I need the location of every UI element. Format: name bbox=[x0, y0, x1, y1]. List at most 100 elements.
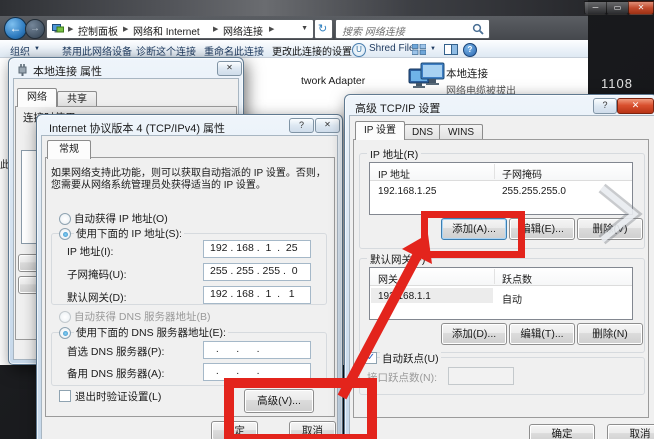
breadcrumb-separator-icon: ▶ bbox=[123, 26, 129, 33]
dialog-close-button[interactable]: ✕ bbox=[315, 118, 340, 133]
toolbar-change-settings[interactable]: 更改此连接的设置 bbox=[272, 43, 352, 58]
back-button[interactable]: ← bbox=[4, 17, 27, 40]
radio-use-ip[interactable] bbox=[59, 228, 71, 240]
breadcrumb-separator-icon: ▶ bbox=[213, 26, 219, 33]
gateway-edit-button[interactable]: 编辑(T)... bbox=[509, 323, 575, 345]
breadcrumb-item-network-internet[interactable]: 网络和 Internet bbox=[133, 23, 200, 38]
organize-dropdown-icon: ▼ bbox=[34, 46, 40, 52]
subnet-mask-label: 子网掩码(U): bbox=[67, 269, 127, 281]
radio-use-dns[interactable] bbox=[59, 327, 71, 339]
default-gateway-label: 默认网关(D): bbox=[67, 292, 127, 304]
shred-file-icon: U bbox=[352, 43, 366, 57]
description-line2: 您需要从网络系统管理员处获得适当的 IP 设置。 bbox=[51, 180, 266, 191]
radio-auto-ip[interactable] bbox=[59, 213, 71, 225]
column-header-metric[interactable]: 跃点数 bbox=[502, 271, 532, 286]
toolbar-rename[interactable]: 重命名此连接 bbox=[204, 43, 264, 58]
tab-wins[interactable]: WINS bbox=[439, 124, 483, 140]
refresh-icon: ↻ bbox=[318, 23, 328, 35]
forward-icon: → bbox=[30, 23, 40, 34]
help-icon: ? bbox=[602, 100, 608, 110]
subnet-mask-input[interactable]: 255 . 255 . 255 . 0 bbox=[203, 263, 311, 281]
breadcrumb-separator-icon: ▶ bbox=[269, 26, 275, 33]
table-header bbox=[370, 268, 632, 286]
breadcrumb-item-network-connections[interactable]: 网络连接 bbox=[223, 23, 263, 38]
location-icon bbox=[52, 24, 64, 33]
toolbar-disable-device[interactable]: 禁用此网络设备 bbox=[62, 43, 132, 58]
tab-dns[interactable]: DNS bbox=[404, 124, 441, 140]
toolbar-diagnose[interactable]: 诊断这个连接 bbox=[136, 43, 196, 58]
gateway-add-button[interactable]: 添加(D)... bbox=[441, 323, 507, 345]
ip-addresses-table[interactable]: IP 地址 子网掩码 192.168.1.25 255.255.255.0 bbox=[369, 162, 633, 215]
network-connection-icon[interactable] bbox=[408, 62, 446, 95]
column-header-mask[interactable]: 子网掩码 bbox=[502, 166, 542, 181]
breadcrumb-item-control-panel[interactable]: 控制面板 bbox=[78, 23, 118, 38]
radio-auto-dns bbox=[59, 311, 71, 323]
ip-row-address[interactable]: 192.168.1.25 bbox=[378, 186, 436, 197]
radio-auto-ip-label[interactable]: 自动获得 IP 地址(O) bbox=[74, 211, 168, 226]
ok-button[interactable]: 确定 bbox=[529, 424, 595, 439]
gateway-remove-button[interactable]: 删除(N) bbox=[577, 323, 643, 345]
search-input[interactable]: 搜索 网络连接 bbox=[335, 19, 490, 39]
views-icon[interactable] bbox=[412, 44, 426, 55]
gateway-row-metric[interactable]: 自动 bbox=[502, 291, 522, 306]
dialog-title: 本地连接 属性 bbox=[33, 66, 103, 78]
default-gateway-input[interactable]: 192 . 168 . 1 . 1 bbox=[203, 286, 311, 304]
radio-use-dns-label[interactable]: 使用下面的 DNS 服务器地址(E): bbox=[74, 325, 228, 340]
toolbar-shred-file[interactable]: Shred File bbox=[369, 43, 415, 54]
tab-general[interactable]: 常规 bbox=[47, 140, 91, 159]
ip-address-input[interactable]: 192 . 168 . 1 . 25 bbox=[203, 240, 311, 258]
column-header-gateway[interactable]: 网关 bbox=[378, 271, 398, 286]
connection-name[interactable]: 本地连接 bbox=[446, 66, 488, 81]
tab-network[interactable]: 网络 bbox=[17, 88, 57, 107]
column-separator bbox=[494, 164, 495, 179]
breadcrumb-separator-icon: ▶ bbox=[68, 26, 74, 33]
search-icon bbox=[472, 23, 484, 35]
alternate-dns-label: 备用 DNS 服务器(A): bbox=[67, 368, 165, 380]
validate-on-exit-label[interactable]: 退出时验证设置(L) bbox=[75, 389, 161, 404]
maximize-button[interactable]: ▭ bbox=[606, 1, 629, 15]
cancel-button[interactable]: 取消 bbox=[607, 424, 654, 439]
preview-pane-icon[interactable] bbox=[444, 44, 458, 55]
close-icon: ✕ bbox=[324, 120, 331, 129]
gateway-row-address[interactable]: 192.168.1.1 bbox=[378, 291, 431, 302]
auto-metric-label[interactable]: 自动跃点(U) bbox=[380, 351, 441, 366]
gateways-table[interactable]: 网关 跃点数 192.168.1.1 自动 bbox=[369, 267, 633, 320]
search-placeholder: 搜索 网络连接 bbox=[342, 27, 405, 38]
auto-metric-checkbox[interactable]: ✓ bbox=[365, 352, 377, 364]
next-chevron-overlay bbox=[598, 183, 643, 245]
advanced-tcpip-dialog: 高级 TCP/IP 设置 ? ✕ IP 设置 DNS WINS IP 地址(R)… bbox=[344, 94, 654, 439]
breadcrumb-bar[interactable]: ▶ 控制面板 ▶ 网络和 Internet ▶ 网络连接 ▶ ▼ bbox=[46, 19, 314, 39]
views-dropdown-icon[interactable]: ▼ bbox=[430, 46, 436, 52]
dialog-close-button[interactable]: ✕ bbox=[217, 61, 242, 76]
help-icon: ? bbox=[298, 120, 304, 130]
preferred-dns-input[interactable]: . . . bbox=[203, 341, 311, 359]
dialog-help-button[interactable]: ? bbox=[289, 118, 314, 133]
ip-row-mask[interactable]: 255.255.255.0 bbox=[502, 186, 566, 197]
close-icon: ✕ bbox=[631, 100, 640, 110]
breadcrumb-dropdown-icon[interactable]: ▼ bbox=[301, 25, 308, 32]
help-icon[interactable]: ? bbox=[463, 43, 477, 57]
refresh-button[interactable]: ↻ bbox=[314, 19, 333, 39]
maximize-icon: ▭ bbox=[613, 3, 622, 12]
desktop-gadget-number: 1108 bbox=[601, 76, 633, 91]
close-icon: ✕ bbox=[226, 63, 233, 72]
close-icon: ✕ bbox=[637, 3, 645, 12]
dialog-title: 高级 TCP/IP 设置 bbox=[355, 103, 441, 115]
dialog-help-button[interactable]: ? bbox=[593, 98, 617, 114]
close-button[interactable]: ✕ bbox=[628, 1, 654, 15]
validate-on-exit-checkbox[interactable] bbox=[59, 390, 71, 402]
tab-sharing[interactable]: 共享 bbox=[57, 91, 97, 107]
connection-plug-icon bbox=[18, 64, 27, 76]
radio-auto-dns-label: 自动获得 DNS 服务器地址(B) bbox=[74, 311, 211, 323]
toolbar-organize[interactable]: 组织 bbox=[10, 43, 30, 58]
adapter-name-fragment: twork Adapter bbox=[301, 75, 366, 87]
dialog-close-button[interactable]: ✕ bbox=[617, 98, 654, 114]
column-header-ip[interactable]: IP 地址 bbox=[378, 166, 410, 181]
forward-button[interactable]: → bbox=[25, 19, 45, 39]
preferred-dns-label: 首选 DNS 服务器(P): bbox=[67, 346, 165, 358]
radio-use-ip-label[interactable]: 使用下面的 IP 地址(S): bbox=[74, 226, 184, 241]
minimize-button[interactable]: ─ bbox=[584, 1, 607, 15]
tab-ip-settings[interactable]: IP 设置 bbox=[355, 121, 405, 140]
screenshot-root: ─ ▭ ✕ ← → ▶ 控制面板 ▶ 网络和 Internet ▶ 网络连接 ▶… bbox=[0, 0, 654, 439]
column-separator bbox=[494, 269, 495, 284]
